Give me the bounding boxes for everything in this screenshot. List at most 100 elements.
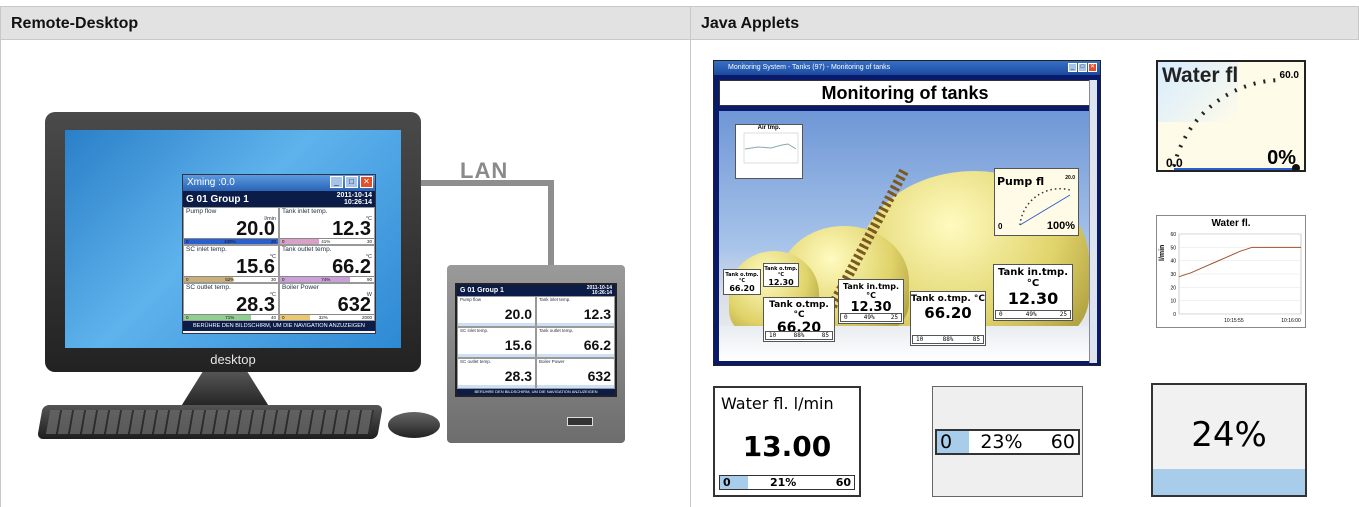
cell-bar-min: 0 (282, 239, 285, 244)
cell-bar-labels: 0 71% 40 (186, 315, 276, 320)
numeric-max: 60 (835, 476, 851, 489)
maximize-icon[interactable]: □ (1078, 63, 1087, 72)
tank-box-bar-pct: 88% (793, 332, 805, 339)
value-cell: Boiler Power 632 (536, 358, 615, 389)
cell-value: 15.6 (504, 337, 532, 353)
numeric-title: Water fl. l/min (721, 394, 834, 413)
minimize-icon[interactable]: _ (1068, 63, 1077, 72)
panel-datetime: 2011-10-14 10:26:14 (587, 285, 612, 296)
cell-bar-pct: 74% (321, 277, 331, 282)
chart-xtick: 10:15:55 (1224, 318, 1244, 324)
water-flow-chart: Water fl. l/min 0 10 20 30 40 50 60 10:15:55 10:… (1156, 215, 1306, 328)
cell-bar-min: 0 (282, 277, 285, 282)
cell-label: Boiler Power (539, 359, 565, 364)
monitoring-titlebar[interactable]: Monitoring System - Tanks (97) - Monitor… (714, 61, 1100, 75)
cell-label: SC inlet temp. (460, 328, 489, 333)
cell-bar (537, 354, 614, 357)
panel-screen: G 01 Group 1 2011-10-14 10:26:14 Pump flo… (455, 283, 617, 397)
xming-window[interactable]: Xming :0.0 _ □ ✕ G 01 Group 1 2011-10-14… (182, 174, 376, 334)
cell-bar-max: 90 (366, 277, 372, 282)
value-cell: Tank outlet temp. 66.2 (536, 327, 615, 358)
monitoring-window-buttons: _ □ ✕ (1068, 63, 1097, 72)
date: 2011-10-14 (336, 192, 372, 199)
tank-box-bar: 10 88% 85 (765, 331, 833, 340)
tank-box-title: Tank in.tmp.°C (997, 267, 1069, 289)
hbar-pct: 23% (980, 431, 1023, 453)
cell-bar-min: 0 (282, 315, 285, 320)
tank-box-bar-min: 10 (916, 336, 924, 343)
tank-photo: Air tmp. Pump fl 20.0 0 100% Tank o.tmp.… (719, 111, 1091, 361)
value-grid: Pump flow l/min 20.0 0 100% 20 Tank inlet temp… (183, 207, 375, 321)
numeric-display: Water fl. l/min 13.00 0 21% 60 (713, 386, 861, 497)
tank-value-box: Tank o.tmp. °C 66.20 10 88% 85 (763, 297, 835, 342)
cell-bar: 0 52% 30 (184, 276, 278, 282)
cell-bar-pct: 52% (225, 277, 235, 282)
maximize-icon[interactable]: □ (345, 176, 358, 188)
header-remote-desktop-label: Remote-Desktop (11, 15, 139, 32)
tank-box-value: 66.20 (924, 304, 972, 322)
panel-navigation-hint[interactable]: BERÜHRE DEN BILDSCHIRM, UM DIE NAVIGATIO… (457, 389, 615, 395)
monitoring-scrollbar[interactable] (1089, 80, 1097, 363)
cell-value: 28.3 (504, 368, 532, 384)
xming-titlebar[interactable]: Xming :0.0 _ □ ✕ (183, 175, 375, 191)
numeric-bar-labels: 0 21% 60 (723, 476, 851, 489)
cell-bar-max: 2000 (361, 315, 372, 320)
horizontal-bar-display: 0 23% 60 (932, 386, 1083, 497)
mouse (388, 412, 440, 438)
tank-box-value: 12.30 (1007, 289, 1059, 308)
water-flow-gauge: Water fl 60.0 0.0 0% (1156, 60, 1306, 172)
lan-label: LAN (460, 158, 509, 183)
cell-bar: 0 100% 20 (184, 238, 278, 244)
cell-bar-max: 40 (270, 315, 276, 320)
cell-label: SC outlet temp. (186, 284, 231, 291)
desktop-monitor: Xming :0.0 _ □ ✕ G 01 Group 1 2011-10-14… (45, 112, 421, 372)
minimize-icon[interactable]: _ (330, 176, 343, 188)
cell-bar: 0 41% 30 (280, 238, 374, 244)
monitoring-window[interactable]: Monitoring System - Tanks (97) - Monitor… (713, 60, 1101, 366)
value-cell: Tank inlet temp. °C 12.3 0 41% 30 (279, 207, 375, 245)
monitor-label: desktop (210, 352, 256, 367)
cell-bar-labels: 0 100% 20 (186, 239, 276, 244)
panel-group-name: G 01 Group 1 (460, 287, 504, 294)
cell-value: 20.0 (504, 306, 532, 322)
cell-label: SC outlet temp. (460, 359, 492, 364)
gauge-min: 0.0 (1166, 156, 1183, 170)
cell-value: 12.3 (583, 306, 611, 322)
chart-ytick: 30 (1170, 272, 1176, 278)
navigation-hint[interactable]: BERÜHRE DEN BILDSCHIRM, UM DIE NAVIGATIO… (183, 321, 375, 331)
gauge-pct: 0% (1267, 147, 1296, 169)
tank-value-box: Tank o.tmp.°C 66.20 (723, 269, 761, 295)
tank-box-bar-max: 85 (972, 336, 980, 343)
tank-box-bar-pct: 49% (1025, 311, 1037, 318)
value-cell: SC outlet temp. °C 28.3 0 71% 40 (183, 283, 279, 321)
group-name: G 01 Group 1 (186, 193, 249, 205)
tank-box-value: 12.30 (768, 278, 794, 287)
numeric-pct: 21% (770, 476, 797, 489)
value-cell: Tank inlet temp. 12.3 (536, 296, 615, 327)
cell-label: Tank outlet temp. (539, 328, 574, 333)
cell-value: 66.2 (583, 337, 611, 353)
air-temp-chart: Air tmp. (735, 124, 803, 179)
close-icon[interactable]: ✕ (360, 176, 373, 188)
close-icon[interactable]: ✕ (1088, 63, 1097, 72)
numeric-bar: 0 21% 60 (719, 475, 855, 490)
cell-bar-labels: 0 41% 30 (282, 239, 372, 244)
cell-bar-min: 0 (186, 315, 189, 320)
tank-box-value: 66.20 (729, 284, 755, 293)
value-cell: Pump flow 20.0 (457, 296, 536, 327)
tank-box-title: Tank in.tmp. °C (842, 282, 900, 300)
cell-bar-labels: 0 74% 90 (282, 277, 372, 282)
cell-bar (458, 385, 535, 388)
cell-bar: 0 74% 90 (280, 276, 374, 282)
chart-xtick: 10:16:00 (1281, 318, 1301, 324)
tank-box-bar-min: 0 (999, 311, 1003, 318)
tank-value-box: Tank o.tmp.°C 12.30 (763, 263, 799, 287)
cell-bar (537, 385, 614, 388)
panel-time: 10:26:14 (591, 289, 612, 296)
datetime: 2011-10-14 10:26:14 (337, 192, 372, 206)
cell-label: Tank inlet temp. (539, 297, 571, 302)
cell-label: SC inlet temp. (186, 246, 227, 253)
cell-bar-max: 30 (366, 239, 372, 244)
hbar-max: 60 (1050, 431, 1075, 453)
panel-group-bar: G 01 Group 1 2011-10-14 10:26:14 (457, 285, 615, 296)
